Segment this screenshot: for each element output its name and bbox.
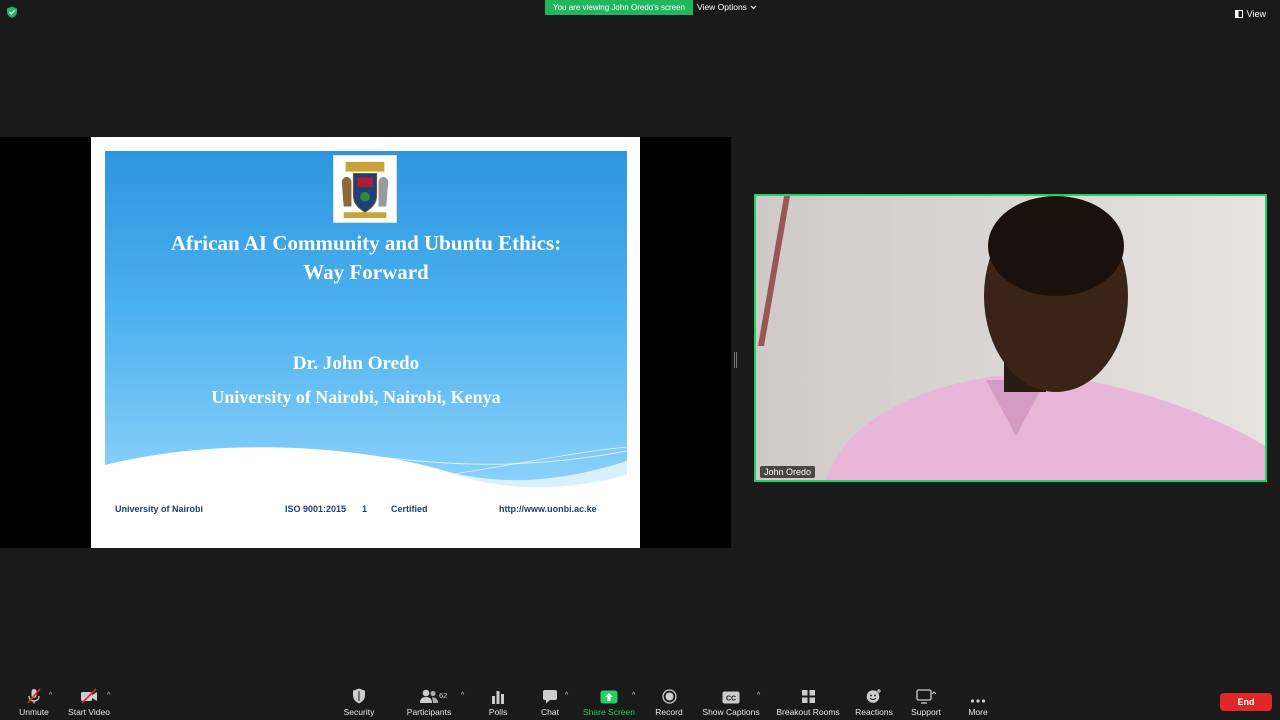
view-options-label: View Options [697,2,747,12]
more-dots-icon [970,699,986,703]
participant-video-feed [756,196,1265,480]
security-button[interactable]: Security [339,684,379,720]
captions-options-caret[interactable]: ^ [757,692,760,699]
unmute-label: Unmute [19,707,49,717]
slide-title: African AI Community and Ubuntu Ethics: … [105,229,627,287]
viewing-screen-banner: You are viewing John Oredo's screen [545,0,693,15]
polls-bar-chart-icon [492,691,504,704]
audio-options-caret[interactable]: ^ [49,692,52,699]
slide-title-line-2: Way Forward [303,260,429,284]
participant-video-tile[interactable]: John Oredo [754,194,1267,482]
encryption-shield-icon[interactable] [6,6,18,18]
more-button[interactable]: More [962,684,994,720]
record-button[interactable]: Record [652,684,686,720]
slide-footer-url: http://www.uonbi.ac.ke [499,504,597,514]
end-meeting-button[interactable]: End [1220,693,1272,711]
unmute-button[interactable]: Unmute [14,684,54,720]
chat-bubble-icon [543,690,557,704]
chat-options-caret[interactable]: ^ [565,692,568,699]
support-label: Support [911,707,941,717]
reactions-label: Reactions [855,707,893,717]
university-crest-logo [333,155,397,223]
closed-captions-icon: CC [722,691,740,704]
video-options-caret[interactable]: ^ [107,692,110,699]
microphone-muted-icon [27,688,41,704]
security-shield-icon [353,688,365,704]
breakout-rooms-grid-icon [801,690,815,703]
view-label: View [1246,9,1266,19]
zoom-meeting-window: You are viewing John Oredo's screen View… [0,0,1280,720]
slide-author: Dr. John Oredo [292,353,420,374]
breakout-rooms-button[interactable]: Breakout Rooms [773,684,843,720]
svg-text:CC: CC [726,696,736,703]
share-screen-label: Share Screen [583,707,635,717]
slide-wave-decoration [105,446,627,497]
record-label: Record [655,707,683,717]
slide-page-number: 1 [362,504,368,514]
video-camera-off-icon [81,688,97,704]
slide-footer-university: University of Nairobi [115,504,204,514]
slide-title-line-1: African AI Community and Ubuntu Ethics: [170,231,562,255]
participants-icon [420,689,438,703]
show-captions-label: Show Captions [702,707,760,717]
shared-screen-area[interactable]: African AI Community and Ubuntu Ethics: … [0,137,731,548]
chevron-down-icon [750,5,757,10]
participant-name-label: John Oredo [760,466,816,478]
breakout-rooms-label: Breakout Rooms [776,707,840,717]
participants-label: Participants [406,707,452,717]
start-video-label: Start Video [68,707,110,717]
slide-affiliation: University of Nairobi, Nairobi, Kenya [211,387,501,407]
presentation-slide: African AI Community and Ubuntu Ethics: … [91,137,640,548]
slide-title-panel: African AI Community and Ubuntu Ethics: … [105,151,627,497]
chat-button[interactable]: Chat [535,684,565,720]
reactions-button[interactable]: Reactions [852,684,896,720]
slide-footer-certified: Certified [391,504,428,514]
polls-button[interactable]: Polls [483,684,513,720]
support-screen-icon [916,689,936,704]
share-screen-arrow-icon [600,690,618,704]
grid-layout-icon [1234,10,1243,18]
chat-label: Chat [541,707,559,717]
record-icon [661,689,677,704]
slide-footer-iso: ISO 9001:2015 [285,504,347,514]
security-label: Security [343,707,375,717]
meeting-controls-toolbar: Unmute ^ Start Video ^ Security Particip… [0,684,1280,720]
resize-divider-handle[interactable] [734,352,737,368]
start-video-button[interactable]: Start Video [64,684,114,720]
share-screen-options-caret[interactable]: ^ [632,692,635,699]
share-screen-button[interactable]: Share Screen [580,684,638,720]
participants-button[interactable]: Participants [403,684,455,720]
view-options-dropdown[interactable]: View Options [697,0,757,15]
show-captions-button[interactable]: CC Show Captions [700,684,762,720]
view-layout-button[interactable]: View [1234,9,1266,19]
polls-label: Polls [488,707,508,717]
more-label: More [968,707,988,717]
reactions-smiley-icon [866,689,881,703]
participants-count: 62 [439,691,448,700]
participants-options-caret[interactable]: ^ [461,692,464,699]
support-button[interactable]: Support [906,684,946,720]
